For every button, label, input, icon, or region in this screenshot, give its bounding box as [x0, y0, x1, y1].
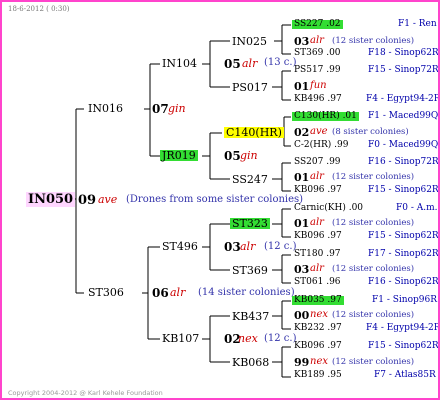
gen5-code: F4 - Egypt94-2R	[366, 323, 440, 333]
gen5-code: F15 - Sinop62R	[368, 185, 439, 195]
dd-note: (12 c.)	[264, 333, 297, 344]
gen4-name[interactable]: ST369	[232, 265, 268, 276]
gen5-name[interactable]: SS207 .99	[294, 158, 341, 167]
gen5-race: alr	[310, 217, 324, 228]
gen5-code: F7 - Atlas85R	[374, 370, 436, 380]
queen-name[interactable]: IN050	[26, 192, 76, 207]
ss-name[interactable]: IN104	[162, 58, 197, 69]
timestamp: 18-6-2012 ( 0:30)	[8, 5, 70, 13]
queen-year: 09	[78, 193, 97, 208]
gen5-code: F1 - Ren	[398, 19, 437, 29]
ds-year: 03	[224, 240, 241, 254]
gen5-code: F15 - Sinop62R	[368, 231, 439, 241]
pedigree-frame: 18-6-2012 ( 0:30) IN050 09 ave (Drones f…	[0, 0, 440, 400]
gen5-year: 00	[294, 309, 310, 322]
gen5-count: (12 sister colonies)	[332, 172, 415, 182]
sire-name[interactable]: IN016	[88, 103, 123, 114]
gen5-race: nex	[310, 309, 328, 320]
copyright: Copyright 2004-2012 @ Karl Kehele Founda…	[8, 388, 163, 397]
gen5-count: (12 sister colonies)	[332, 310, 415, 320]
gen5-code: F1 - Maced99Q	[368, 111, 439, 121]
gen5-race: ave	[310, 126, 328, 137]
gen5-code: F18 - Sinop62R	[368, 48, 439, 58]
gen5-count: (8 sister colonies)	[332, 127, 409, 137]
gen5-year: 03	[294, 35, 310, 48]
gen5-name[interactable]: SS227 .02	[292, 20, 343, 29]
gen5-name[interactable]: ST061 .96	[294, 278, 341, 287]
gen5-year: 02	[294, 126, 310, 139]
gen5-count: (12 sister colonies)	[332, 264, 415, 274]
gen5-code: F15 - Sinop62R	[368, 341, 439, 351]
gen5-name[interactable]: C-2(HR) .99	[294, 141, 348, 150]
ss-race: alr	[242, 57, 258, 70]
gen5-count: (12 sister colonies)	[332, 357, 415, 367]
dd-name[interactable]: KB107	[162, 333, 199, 344]
dam-race: alr	[170, 286, 186, 299]
dd-race: nex	[238, 332, 258, 345]
queen-race: ave	[98, 193, 118, 206]
gen5-name[interactable]: Carnic(KH) .00	[294, 204, 363, 213]
gen5-code: F15 - Sinop72R	[368, 65, 439, 75]
ds-name[interactable]: ST496	[162, 241, 198, 252]
gen4-name[interactable]: C140(HR)	[224, 127, 284, 138]
dam-name[interactable]: ST306	[88, 287, 124, 298]
gen4-name[interactable]: IN025	[232, 36, 267, 47]
gen5-race: fun	[310, 80, 327, 91]
sd-year: 05	[224, 149, 241, 163]
gen5-name[interactable]: C130(HR) .01	[292, 112, 359, 121]
gen5-name[interactable]: KB096 .97	[294, 186, 342, 195]
gen5-year: 01	[294, 171, 310, 184]
gen5-name[interactable]: ST180 .97	[294, 250, 341, 259]
sd-name[interactable]: JR019	[160, 150, 198, 161]
gen5-race: alr	[310, 171, 324, 182]
gen5-name[interactable]: KB232 .97	[294, 324, 342, 333]
gen4-name[interactable]: PS017	[232, 82, 268, 93]
gen5-code: F1 - Sinop96R	[372, 295, 437, 305]
gen5-year: 99	[294, 356, 310, 369]
gen5-code: F16 - Sinop72R	[368, 157, 439, 167]
sire-year: 07	[152, 102, 169, 116]
dam-year: 06	[152, 286, 169, 300]
gen5-name[interactable]: KB096 .97	[294, 342, 342, 351]
queen-note: (Drones from some sister colonies)	[126, 194, 304, 205]
ds-race: alr	[240, 240, 256, 253]
gen5-race: alr	[310, 35, 324, 46]
gen4-name[interactable]: SS247	[232, 174, 268, 185]
gen5-count: (12 sister colonies)	[332, 218, 415, 228]
gen5-year: 03	[294, 263, 310, 276]
ss-year: 05	[224, 57, 241, 71]
sd-race: gin	[240, 149, 258, 162]
gen5-race: nex	[310, 356, 328, 367]
ss-note: (13 c.)	[264, 57, 297, 68]
gen5-name[interactable]: PS517 .99	[294, 66, 341, 75]
gen5-code: F16 - Sinop62R	[368, 277, 439, 287]
gen4-name[interactable]: ST323	[230, 218, 270, 229]
gen5-name[interactable]: KB096 .97	[294, 232, 342, 241]
gen5-year: 01	[294, 80, 310, 93]
dam-note: (14 sister colonies)	[198, 287, 295, 298]
gen5-code: F0 - A.m.	[396, 203, 438, 213]
sire-race: gin	[168, 102, 186, 115]
gen5-year: 01	[294, 217, 310, 230]
gen5-name[interactable]: KB496 .97	[294, 95, 342, 104]
gen5-code: F4 - Egypt94-2R	[366, 94, 440, 104]
gen4-name[interactable]: KB068	[232, 357, 269, 368]
gen5-race: alr	[310, 263, 324, 274]
gen4-name[interactable]: KB437	[232, 311, 269, 322]
ds-note: (12 c.)	[264, 241, 297, 252]
gen5-name[interactable]: ST369 .00	[294, 49, 341, 58]
gen5-code: F0 - Maced99Q	[368, 140, 439, 150]
gen5-count: (12 sister colonies)	[332, 36, 415, 46]
gen5-code: F17 - Sinop62R	[368, 249, 439, 259]
gen5-name[interactable]: KB189 .95	[294, 371, 342, 380]
gen5-name[interactable]: KB035 .97	[292, 296, 344, 305]
